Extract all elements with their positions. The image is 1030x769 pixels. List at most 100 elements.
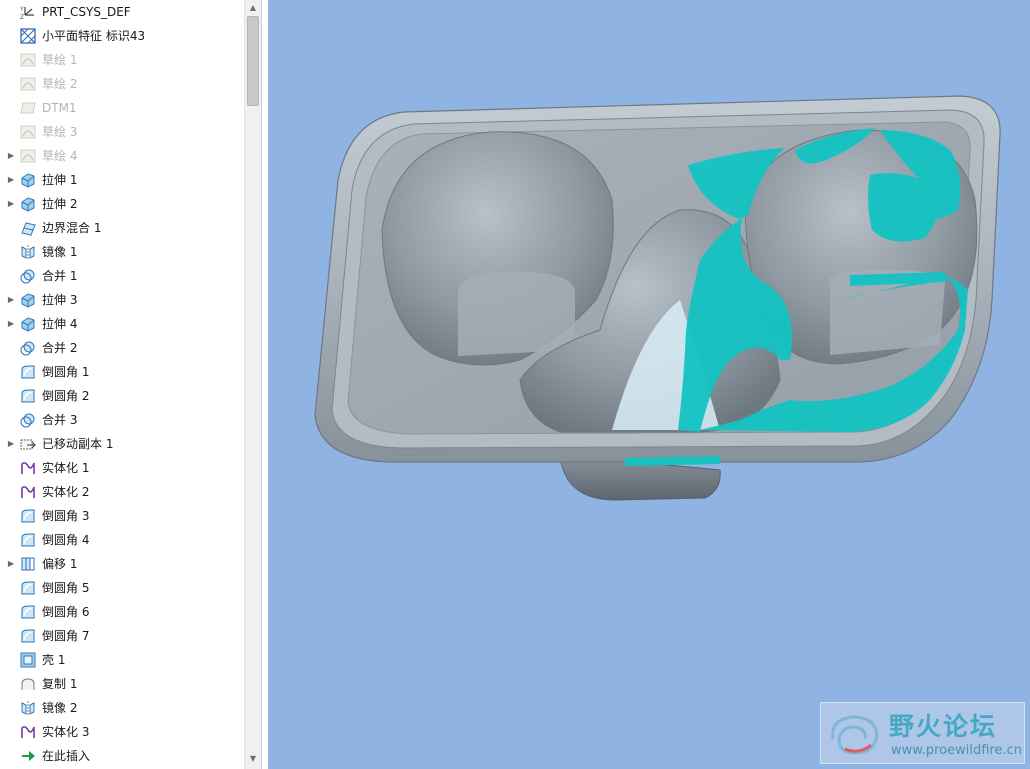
- tree-item-label: 实体化 3: [42, 725, 90, 739]
- round-icon: [20, 628, 36, 644]
- tree-item-label: 倒圆角 6: [42, 605, 90, 619]
- tree-item[interactable]: 倒圆角 3: [0, 504, 244, 528]
- tree-item-label: 在此插入: [42, 749, 91, 763]
- tree-item[interactable]: 合并 1: [0, 264, 244, 288]
- expand-arrow-icon[interactable]: ▶: [6, 288, 16, 312]
- csys-icon: YZ: [20, 4, 36, 20]
- tree-item[interactable]: 草绘 1: [0, 48, 244, 72]
- tree-item-label: 拉伸 3: [42, 293, 78, 307]
- expand-arrow-icon[interactable]: ▶: [6, 432, 16, 456]
- tree-item-label: 倒圆角 7: [42, 629, 90, 643]
- tree-item[interactable]: 倒圆角 7: [0, 624, 244, 648]
- tree-item[interactable]: 小平面特征 标识43: [0, 24, 244, 48]
- offset-icon: [20, 556, 36, 572]
- forum-watermark: 野火论坛 www.proewildfire.cn: [820, 702, 1025, 764]
- tree-item[interactable]: ▶ 拉伸 2: [0, 192, 244, 216]
- tree-item[interactable]: 倒圆角 5: [0, 576, 244, 600]
- solidify-icon: [20, 724, 36, 740]
- tree-item-label: 倒圆角 1: [42, 365, 90, 379]
- tree-item-label: 合并 3: [42, 413, 78, 427]
- tree-item[interactable]: ▶ 拉伸 1: [0, 168, 244, 192]
- round-icon: [20, 580, 36, 596]
- round-icon: [20, 532, 36, 548]
- merge-icon: [20, 268, 36, 284]
- watermark-url: www.proewildfire.cn: [891, 743, 1022, 758]
- tree-item-label: 拉伸 2: [42, 197, 78, 211]
- model-tree-panel: Y Z PRT_CSYS_DEF 小平面特征 标识43 草绘 1 草绘 2 DTM1 草绘 3…: [0, 0, 262, 769]
- tree-item[interactable]: 实体化 1: [0, 456, 244, 480]
- tree-item[interactable]: ▶ 草绘 4: [0, 144, 244, 168]
- expand-arrow-icon[interactable]: ▶: [6, 144, 16, 168]
- tree-item-label: 镜像 1: [42, 245, 78, 259]
- tree-item[interactable]: ▶ 已移动副本 1: [0, 432, 244, 456]
- tree-item[interactable]: 倒圆角 6: [0, 600, 244, 624]
- sketch-icon: [20, 148, 36, 164]
- scroll-up-arrow-icon[interactable]: ▲: [245, 0, 261, 16]
- facet-feature-icon: [20, 28, 36, 44]
- tree-item-label: 合并 1: [42, 269, 78, 283]
- scroll-down-arrow-icon[interactable]: ▼: [245, 751, 261, 767]
- graphics-viewport[interactable]: 野火论坛 www.proewildfire.cn: [268, 0, 1030, 769]
- round-icon: [20, 604, 36, 620]
- tree-item[interactable]: ▶ 偏移 1: [0, 552, 244, 576]
- tree-item[interactable]: 镜像 1: [0, 240, 244, 264]
- scroll-thumb[interactable]: [247, 16, 259, 106]
- expand-arrow-icon[interactable]: ▶: [6, 552, 16, 576]
- sketch-icon: [20, 124, 36, 140]
- extrude-icon: [20, 316, 36, 332]
- tree-item-label: 壳 1: [42, 653, 66, 667]
- tree-item[interactable]: 倒圆角 2: [0, 384, 244, 408]
- swirl-logo-icon: [831, 715, 879, 755]
- tree-item[interactable]: Y Z PRT_CSYS_DEF: [0, 0, 244, 24]
- tree-item-label: 复制 1: [42, 677, 78, 691]
- extrude-icon: [20, 196, 36, 212]
- tree-item[interactable]: 草绘 2: [0, 72, 244, 96]
- tree-item[interactable]: DTM1: [0, 96, 244, 120]
- expand-arrow-icon[interactable]: ▶: [6, 168, 16, 192]
- tree-item[interactable]: 合并 2: [0, 336, 244, 360]
- tree-item[interactable]: 镜像 2: [0, 696, 244, 720]
- tree-item-label: 已移动副本 1: [42, 437, 114, 451]
- tree-item-label: 拉伸 4: [42, 317, 78, 331]
- tree-item[interactable]: 边界混合 1: [0, 216, 244, 240]
- tree-item-label: 拉伸 1: [42, 173, 78, 187]
- tree-item[interactable]: 草绘 3: [0, 120, 244, 144]
- merge-icon: [20, 412, 36, 428]
- tree-item[interactable]: 合并 3: [0, 408, 244, 432]
- tree-item-label: 草绘 3: [42, 125, 78, 139]
- expand-arrow-icon[interactable]: ▶: [6, 312, 16, 336]
- tree-item-label: 边界混合 1: [42, 221, 102, 235]
- solidify-icon: [20, 460, 36, 476]
- expand-arrow-icon[interactable]: ▶: [6, 192, 16, 216]
- extrude-icon: [20, 292, 36, 308]
- tree-item-label: 倒圆角 3: [42, 509, 90, 523]
- tree-item[interactable]: 实体化 2: [0, 480, 244, 504]
- tree-scrollbar[interactable]: ▲ ▼: [244, 0, 261, 769]
- round-icon: [20, 388, 36, 404]
- tree-item[interactable]: 壳 1: [0, 648, 244, 672]
- tree-item-label: 实体化 2: [42, 485, 90, 499]
- svg-text:Z: Z: [20, 14, 24, 20]
- tree-item-label: 实体化 1: [42, 461, 90, 475]
- tree-item[interactable]: 倒圆角 1: [0, 360, 244, 384]
- tree-item[interactable]: ▶ 拉伸 3: [0, 288, 244, 312]
- tree-item-label: PRT_CSYS_DEF: [42, 5, 131, 19]
- tree-item-label: 合并 2: [42, 341, 78, 355]
- tree-item-label: 镜像 2: [42, 701, 78, 715]
- tree-item-label: DTM1: [42, 101, 77, 115]
- tree-item[interactable]: 实体化 3: [0, 720, 244, 744]
- tree-item[interactable]: ▶ 拉伸 4: [0, 312, 244, 336]
- tree-item-label: 小平面特征 标识43: [42, 29, 146, 43]
- tree-item[interactable]: 倒圆角 4: [0, 528, 244, 552]
- model-tree-list: Y Z PRT_CSYS_DEF 小平面特征 标识43 草绘 1 草绘 2 DTM1 草绘 3…: [0, 0, 244, 768]
- datum-plane-icon: [20, 100, 36, 116]
- tree-item[interactable]: 复制 1: [0, 672, 244, 696]
- tree-item-label: 偏移 1: [42, 557, 78, 571]
- sketch-icon: [20, 52, 36, 68]
- tray-3d-model[interactable]: [268, 0, 1030, 769]
- tree-item-label: 倒圆角 5: [42, 581, 90, 595]
- boundary-blend-icon: [20, 220, 36, 236]
- tree-item-label: 草绘 1: [42, 53, 78, 67]
- tree-item[interactable]: 在此插入: [0, 744, 244, 768]
- merge-icon: [20, 340, 36, 356]
